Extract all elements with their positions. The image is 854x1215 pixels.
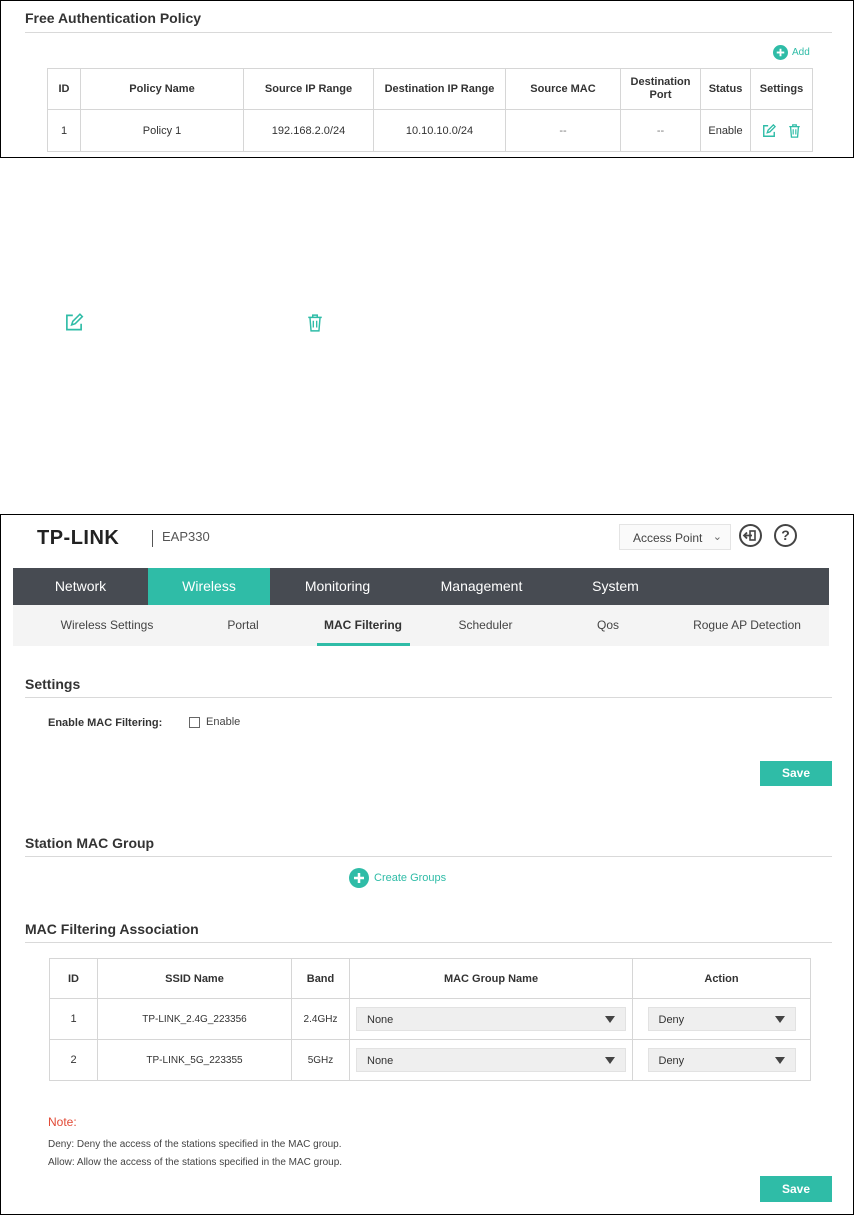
section-divider xyxy=(25,32,832,33)
section-divider xyxy=(25,942,832,943)
logout-icon[interactable] xyxy=(739,524,762,547)
cell-action: Deny xyxy=(632,1039,811,1081)
note-title: Note: xyxy=(48,1115,77,1129)
section-title-free-auth: Free Authentication Policy xyxy=(25,10,202,26)
action-value: Deny xyxy=(658,1014,685,1026)
logo-divider xyxy=(152,530,153,547)
col-header: SSID Name xyxy=(97,958,292,999)
free-auth-policy-panel: Free Authentication Policy Add ID Policy… xyxy=(0,0,854,158)
tab-mac-filtering[interactable]: MAC Filtering xyxy=(313,605,413,646)
note-deny: Deny: Deny the access of the stations sp… xyxy=(48,1139,342,1150)
enable-mac-filtering-label: Enable MAC Filtering: xyxy=(48,717,163,729)
enable-checkbox[interactable] xyxy=(189,717,200,728)
trash-icon[interactable] xyxy=(788,123,801,138)
cell-mac-group: None xyxy=(349,998,633,1040)
col-header: MAC Group Name xyxy=(349,958,633,999)
mode-value: Access Point xyxy=(633,531,703,545)
tab-qos[interactable]: Qos xyxy=(568,605,648,646)
action-value: Deny xyxy=(658,1055,685,1067)
trash-icon xyxy=(308,314,322,332)
model-name: EAP330 xyxy=(162,529,210,544)
create-groups-label: Create Groups xyxy=(374,872,447,884)
cell-action: Deny xyxy=(632,998,811,1040)
main-nav-system[interactable]: System xyxy=(558,568,673,605)
mac-group-value: None xyxy=(367,1055,394,1067)
cell-dest-ip: 10.10.10.0/24 xyxy=(373,109,506,152)
col-header: Destination Port xyxy=(620,68,701,110)
add-label: Add xyxy=(792,47,810,58)
policy-table: ID Policy Name Source IP Range Destinati… xyxy=(47,68,813,152)
cell-band: 5GHz xyxy=(291,1039,350,1081)
col-header: ID xyxy=(49,958,98,999)
section-divider xyxy=(25,697,832,698)
cell-band: 2.4GHz xyxy=(291,998,350,1040)
dropdown-arrow-icon xyxy=(774,1016,785,1023)
col-header: Policy Name xyxy=(80,68,244,110)
cell-ssid: TP-LINK_2.4G_223356 xyxy=(97,998,292,1040)
active-tab-indicator xyxy=(317,643,410,646)
dropdown-arrow-icon xyxy=(605,1057,615,1064)
main-nav-network[interactable]: Network xyxy=(13,568,148,605)
plus-circle-icon xyxy=(773,45,788,60)
main-nav-monitoring[interactable]: Monitoring xyxy=(270,568,405,605)
chevron-down-icon: ⌄ xyxy=(712,531,722,543)
action-select[interactable]: Deny xyxy=(647,1048,796,1072)
association-save-button[interactable]: Save xyxy=(760,1176,832,1202)
cell-source-ip: 192.168.2.0/24 xyxy=(243,109,374,152)
col-header: Destination IP Range xyxy=(373,68,506,110)
tab-scheduler[interactable]: Scheduler xyxy=(438,605,533,646)
cell-id: 1 xyxy=(47,109,81,152)
enable-checkbox-label: Enable xyxy=(206,716,241,728)
cell-id: 2 xyxy=(49,1039,98,1081)
table-row: 1 Policy 1 192.168.2.0/24 10.10.10.0/24 … xyxy=(47,109,813,152)
cell-mac-group: None xyxy=(349,1039,633,1081)
mac-group-select[interactable]: None xyxy=(356,1007,626,1031)
cell-policy-name: Policy 1 xyxy=(80,109,244,152)
main-nav: Network Wireless Monitoring Management S… xyxy=(13,568,829,605)
edit-icon[interactable] xyxy=(762,123,777,138)
main-nav-wireless[interactable]: Wireless xyxy=(148,568,270,605)
edit-icon xyxy=(66,313,84,331)
col-header: ID xyxy=(47,68,81,110)
col-header: Band xyxy=(291,958,350,999)
action-select[interactable]: Deny xyxy=(647,1007,796,1031)
table-row: 2 TP-LINK_5G_223355 5GHz None Deny xyxy=(49,1039,811,1081)
mode-select[interactable]: Access Point ⌄ xyxy=(619,524,731,550)
association-header-row: ID SSID Name Band MAC Group Name Action xyxy=(49,958,811,999)
col-header: Status xyxy=(700,68,751,110)
tab-rogue-ap-detection[interactable]: Rogue AP Detection xyxy=(673,605,821,646)
col-header: Source MAC xyxy=(505,68,621,110)
section-title-station-mac-group: Station MAC Group xyxy=(25,835,155,851)
col-header: Action xyxy=(632,958,811,999)
section-title-mac-filtering-association: MAC Filtering Association xyxy=(25,921,199,937)
dropdown-arrow-icon xyxy=(605,1016,615,1023)
cell-source-mac: -- xyxy=(505,109,621,152)
mac-filtering-window: TP-LINK EAP330 Access Point ⌄ ? Network … xyxy=(0,514,854,1215)
mac-group-select[interactable]: None xyxy=(356,1048,626,1072)
policy-header-row: ID Policy Name Source IP Range Destinati… xyxy=(47,68,813,110)
note-allow: Allow: Allow the access of the stations … xyxy=(48,1157,343,1168)
help-icon[interactable]: ? xyxy=(774,524,797,547)
tab-portal[interactable]: Portal xyxy=(203,605,283,646)
section-divider xyxy=(25,856,832,857)
cell-settings xyxy=(750,109,813,152)
cell-ssid: TP-LINK_5G_223355 xyxy=(97,1039,292,1081)
tab-wireless-settings[interactable]: Wireless Settings xyxy=(33,605,181,646)
brand-logo: TP-LINK xyxy=(37,527,120,549)
sub-nav: Wireless Settings Portal MAC Filtering S… xyxy=(13,605,829,646)
cell-id: 1 xyxy=(49,998,98,1040)
cell-dest-port: -- xyxy=(620,109,701,152)
col-header: Settings xyxy=(750,68,813,110)
settings-save-button[interactable]: Save xyxy=(760,761,832,786)
association-table: ID SSID Name Band MAC Group Name Action … xyxy=(49,958,811,1081)
col-header: Source IP Range xyxy=(243,68,374,110)
cell-status: Enable xyxy=(700,109,751,152)
mac-group-value: None xyxy=(367,1014,394,1026)
main-nav-management[interactable]: Management xyxy=(405,568,558,605)
table-row: 1 TP-LINK_2.4G_223356 2.4GHz None Deny xyxy=(49,998,811,1040)
dropdown-arrow-icon xyxy=(774,1057,785,1064)
section-title-settings: Settings xyxy=(25,676,81,692)
plus-circle-icon xyxy=(349,868,369,888)
